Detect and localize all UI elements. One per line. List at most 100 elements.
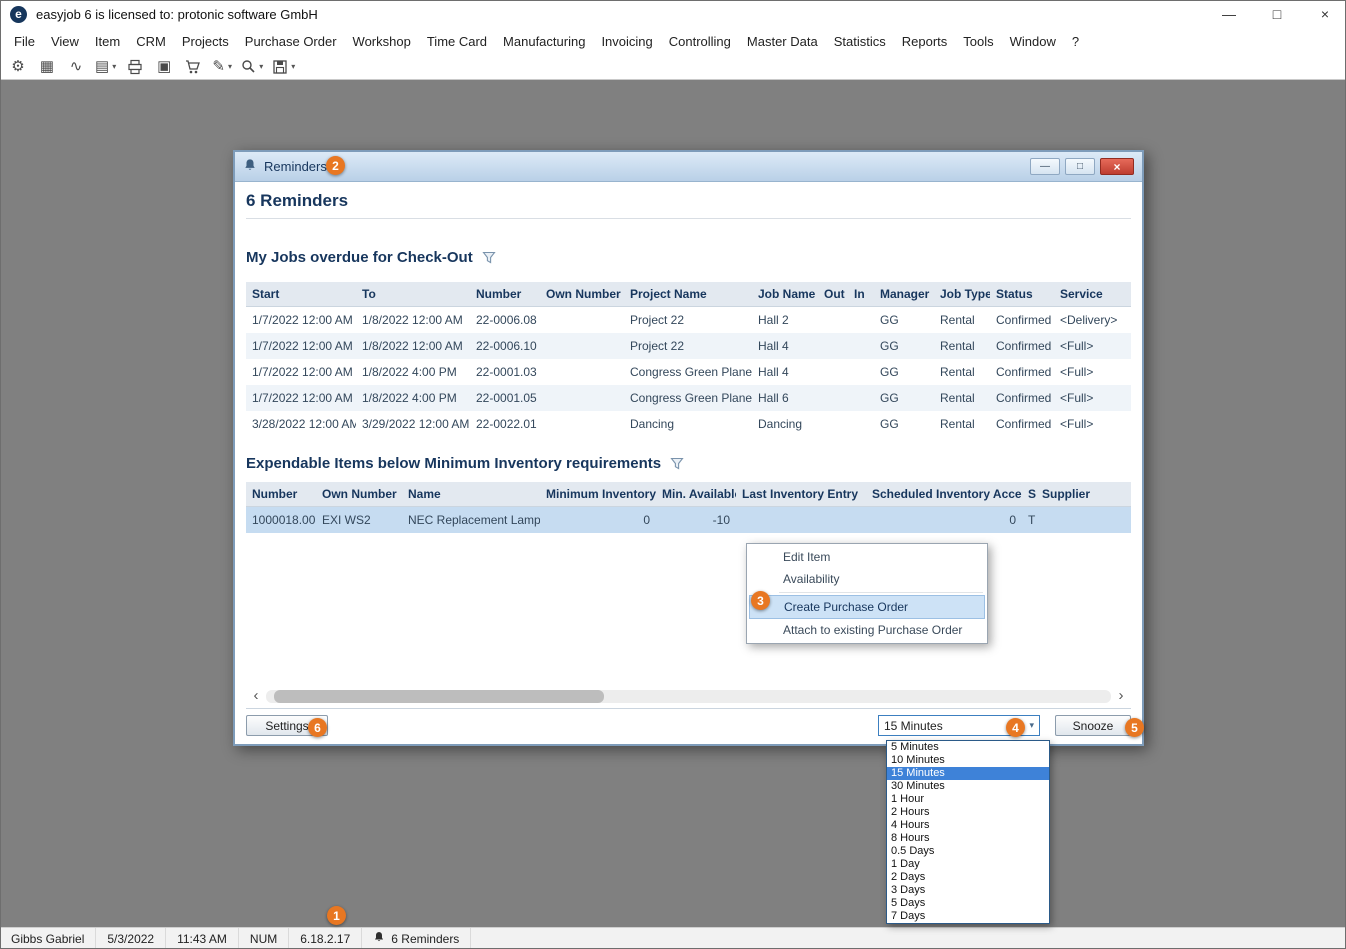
dropdown-option-10-minutes[interactable]: 10 Minutes: [887, 754, 1049, 767]
filter-icon[interactable]: [670, 457, 684, 470]
new-document-icon[interactable]: ▤▾: [95, 56, 116, 78]
menu-item-statistics[interactable]: Statistics: [826, 30, 894, 53]
scroll-right-icon[interactable]: ›: [1111, 689, 1131, 703]
dropdown-caret-icon[interactable]: ▾: [228, 62, 232, 71]
scroll-left-icon[interactable]: ‹: [246, 689, 266, 703]
context-menu-item-availability[interactable]: Availability: [749, 568, 985, 590]
table-row[interactable]: 1/7/2022 12:00 AM1/8/2022 4:00 PM22-0001…: [246, 359, 1131, 385]
app-titlebar: e easyjob 6 is licensed to: protonic sof…: [0, 0, 1346, 28]
dropdown-option-1-hour[interactable]: 1 Hour: [887, 793, 1049, 806]
reminders-dialog-titlebar[interactable]: Reminders — □ ×: [235, 152, 1142, 182]
column-header-project-name[interactable]: Project Name: [624, 282, 752, 307]
chevron-down-icon[interactable]: ▾: [1029, 720, 1034, 731]
statusbar-reminders[interactable]: 6 Reminders: [362, 928, 471, 949]
menu-item-projects[interactable]: Projects: [174, 30, 237, 53]
item-box-icon[interactable]: ▣: [154, 56, 174, 78]
output-print-icon[interactable]: ▾: [272, 56, 295, 78]
maximize-button[interactable]: □: [1266, 6, 1288, 22]
dialog-minimize-button[interactable]: —: [1030, 158, 1060, 175]
navigator-icon[interactable]: ∿: [66, 56, 86, 78]
dropdown-option-5-minutes[interactable]: 5 Minutes: [887, 741, 1049, 754]
column-header-service[interactable]: Service: [1054, 282, 1131, 307]
menu-item-[interactable]: ?: [1064, 30, 1087, 53]
dropdown-option-0-5-days[interactable]: 0.5 Days: [887, 845, 1049, 858]
dropdown-caret-icon[interactable]: ▾: [259, 62, 263, 71]
dropdown-option-2-days[interactable]: 2 Days: [887, 871, 1049, 884]
column-header-manager[interactable]: Manager: [874, 282, 934, 307]
context-menu-item-create-purchase-order[interactable]: Create Purchase Order: [749, 595, 985, 619]
dropdown-caret-icon[interactable]: ▾: [112, 62, 116, 71]
menu-item-purchase-order[interactable]: Purchase Order: [237, 30, 345, 53]
dropdown-option-2-hours[interactable]: 2 Hours: [887, 806, 1049, 819]
column-header-scheduled-inventory-access[interactable]: Scheduled Inventory Access: [866, 482, 1022, 507]
reminders-count-heading: 6 Reminders: [246, 191, 1131, 211]
table-row[interactable]: 1/7/2022 12:00 AM1/8/2022 12:00 AM22-000…: [246, 333, 1131, 359]
dropdown-option-1-day[interactable]: 1 Day: [887, 858, 1049, 871]
dropdown-option-8-hours[interactable]: 8 Hours: [887, 832, 1049, 845]
menu-item-invoicing[interactable]: Invoicing: [593, 30, 660, 53]
table-row[interactable]: 1000018.00EXI WS2NEC Replacement Lamp0-1…: [246, 507, 1131, 534]
menu-item-view[interactable]: View: [43, 30, 87, 53]
column-header-number[interactable]: Number: [470, 282, 540, 307]
column-header-supplier[interactable]: Supplier: [1036, 482, 1131, 507]
dropdown-option-7-days[interactable]: 7 Days: [887, 910, 1049, 923]
menu-item-manufacturing[interactable]: Manufacturing: [495, 30, 593, 53]
search-icon[interactable]: ▾: [241, 56, 263, 78]
dropdown-option-4-hours[interactable]: 4 Hours: [887, 819, 1049, 832]
context-menu-item-attach-to-existing-purchase-order[interactable]: Attach to existing Purchase Order: [749, 619, 985, 641]
column-header-start[interactable]: Start: [246, 282, 356, 307]
column-header-last-inventory-entry[interactable]: Last Inventory Entry: [736, 482, 866, 507]
context-menu-item-edit-item[interactable]: Edit Item: [749, 546, 985, 568]
minimize-button[interactable]: —: [1218, 6, 1240, 22]
dropdown-option-30-minutes[interactable]: 30 Minutes: [887, 780, 1049, 793]
table-row[interactable]: 1/7/2022 12:00 AM1/8/2022 4:00 PM22-0001…: [246, 385, 1131, 411]
menu-item-reports[interactable]: Reports: [894, 30, 956, 53]
column-header-out[interactable]: Out: [818, 282, 848, 307]
statusbar-time: 11:43 AM: [166, 928, 239, 949]
cell: 3/29/2022 12:00 AM: [356, 411, 470, 437]
column-header-in[interactable]: In: [848, 282, 874, 307]
menu-item-crm[interactable]: CRM: [128, 30, 174, 53]
column-header-to[interactable]: To: [356, 282, 470, 307]
column-header-s[interactable]: S: [1022, 482, 1036, 507]
column-header-own-number[interactable]: Own Number: [540, 282, 624, 307]
jobs-table: StartToNumberOwn NumberProject NameJob N…: [246, 282, 1131, 437]
cell: Confirmed: [990, 333, 1054, 359]
horizontal-scrollbar[interactable]: ‹ ›: [246, 688, 1131, 704]
menu-item-item[interactable]: Item: [87, 30, 128, 53]
column-header-job-type[interactable]: Job Type: [934, 282, 990, 307]
dialog-maximize-button[interactable]: □: [1065, 158, 1095, 175]
column-header-status[interactable]: Status: [990, 282, 1054, 307]
dialog-close-button[interactable]: ×: [1100, 158, 1134, 175]
menu-item-workshop[interactable]: Workshop: [345, 30, 419, 53]
menu-item-time-card[interactable]: Time Card: [419, 30, 495, 53]
project-print-icon[interactable]: [125, 56, 145, 78]
column-header-number[interactable]: Number: [246, 482, 316, 507]
filter-icon[interactable]: [482, 251, 496, 264]
snooze-button[interactable]: Snooze: [1055, 715, 1131, 736]
column-header-minimum-inventory[interactable]: Minimum Inventory: [540, 482, 656, 507]
column-header-min-available[interactable]: Min. Available: [656, 482, 736, 507]
scrollbar-track[interactable]: [266, 690, 1111, 703]
dropdown-option-15-minutes[interactable]: 15 Minutes: [887, 767, 1049, 780]
day-view-icon[interactable]: ▦: [37, 56, 57, 78]
column-header-name[interactable]: Name: [402, 482, 540, 507]
menu-item-controlling[interactable]: Controlling: [661, 30, 739, 53]
table-row[interactable]: 1/7/2022 12:00 AM1/8/2022 12:00 AM22-000…: [246, 307, 1131, 334]
close-button[interactable]: ×: [1314, 6, 1336, 22]
cell: Hall 6: [752, 385, 818, 411]
shopping-cart-icon[interactable]: [183, 56, 203, 78]
menu-item-tools[interactable]: Tools: [955, 30, 1001, 53]
signature-pen-icon[interactable]: ✎▾: [212, 56, 232, 78]
column-header-job-name[interactable]: Job Name: [752, 282, 818, 307]
menu-item-window[interactable]: Window: [1002, 30, 1064, 53]
menu-item-file[interactable]: File: [6, 30, 43, 53]
settings-gear-icon[interactable]: ⚙: [8, 56, 28, 78]
table-row[interactable]: 3/28/2022 12:00 AM3/29/2022 12:00 AM22-0…: [246, 411, 1131, 437]
dropdown-option-5-days[interactable]: 5 Days: [887, 897, 1049, 910]
menu-item-master-data[interactable]: Master Data: [739, 30, 826, 53]
dropdown-option-3-days[interactable]: 3 Days: [887, 884, 1049, 897]
dropdown-caret-icon[interactable]: ▾: [291, 62, 295, 71]
scrollbar-thumb[interactable]: [274, 690, 604, 703]
column-header-own-number[interactable]: Own Number: [316, 482, 402, 507]
